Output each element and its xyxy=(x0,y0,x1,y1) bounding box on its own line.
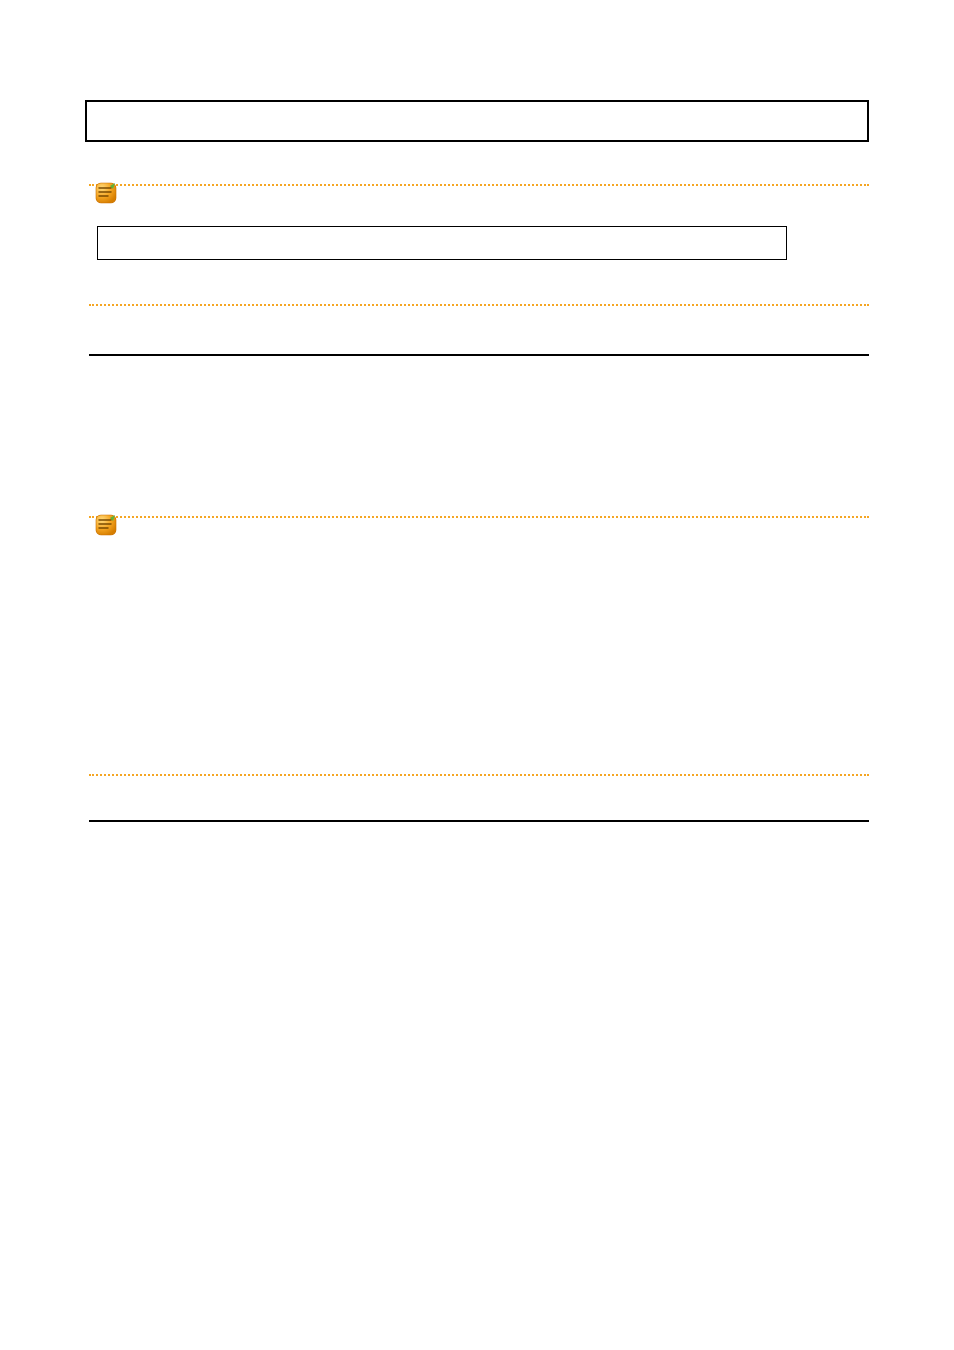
section-1 xyxy=(85,184,869,356)
note-icon xyxy=(93,512,121,540)
note-icon xyxy=(93,180,121,208)
section-divider-solid xyxy=(89,820,869,822)
section-divider-dotted xyxy=(89,184,869,186)
content-box xyxy=(97,226,787,260)
section-2 xyxy=(85,516,869,822)
section-divider-dotted xyxy=(89,516,869,518)
title-box xyxy=(85,100,869,142)
section-divider-dotted xyxy=(89,774,869,776)
section-divider-solid xyxy=(89,354,869,356)
section-divider-dotted xyxy=(89,304,869,306)
